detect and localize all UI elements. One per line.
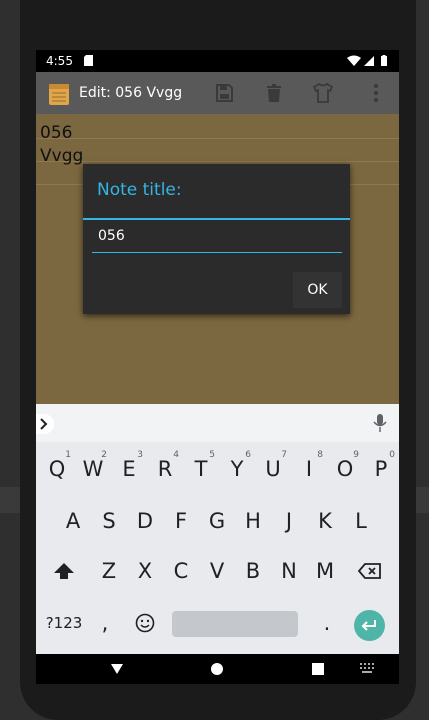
shirt-icon[interactable]: [311, 81, 335, 105]
key-label: R: [157, 457, 173, 481]
emoji-icon: [135, 613, 155, 633]
note-line-2: Vvgg: [40, 146, 84, 166]
emoji-key[interactable]: [128, 600, 162, 646]
dialog-title: Note title:: [97, 180, 182, 200]
key-l[interactable]: L: [343, 498, 379, 544]
key-b[interactable]: B: [235, 548, 271, 594]
key-m[interactable]: M: [307, 548, 343, 594]
key-number-hint: 7: [281, 450, 287, 460]
action-bar-title: Edit: 056 Vvgg: [79, 85, 183, 101]
sd-card-icon: [84, 55, 93, 66]
key-label: E: [122, 457, 136, 481]
notepad-app-icon[interactable]: [48, 82, 70, 106]
key-label: Q: [48, 457, 66, 481]
note-line-1: 056: [40, 123, 73, 143]
key-number-hint: 8: [317, 450, 323, 460]
comma-key[interactable]: ,: [92, 600, 118, 646]
key-number-hint: 2: [101, 450, 107, 460]
key-label: I: [305, 457, 313, 481]
ok-button[interactable]: OK: [293, 272, 342, 308]
wifi-signal-battery-icon: [347, 55, 387, 66]
key-s[interactable]: S: [91, 498, 127, 544]
space-key[interactable]: [172, 611, 298, 637]
key-label: W: [82, 457, 104, 481]
key-x[interactable]: X: [127, 548, 163, 594]
delete-icon[interactable]: [262, 81, 286, 105]
shift-key[interactable]: [46, 548, 82, 594]
key-t[interactable]: 5T: [183, 446, 219, 492]
microphone-icon[interactable]: [373, 414, 387, 432]
status-icons: [347, 55, 391, 70]
key-n[interactable]: N: [271, 548, 307, 594]
key-y[interactable]: 6Y: [219, 446, 255, 492]
key-z[interactable]: Z: [91, 548, 127, 594]
key-label: P: [374, 457, 388, 481]
key-q[interactable]: 1Q: [39, 446, 75, 492]
note-text: 056 Vvgg: [40, 122, 83, 168]
key-g[interactable]: G: [199, 498, 235, 544]
save-icon[interactable]: [212, 81, 236, 105]
key-r[interactable]: 4R: [147, 446, 183, 492]
overflow-menu-icon[interactable]: [364, 81, 388, 105]
recents-icon[interactable]: [311, 662, 325, 676]
backspace-key[interactable]: [352, 548, 388, 594]
key-f[interactable]: F: [163, 498, 199, 544]
key-v[interactable]: V: [199, 548, 235, 594]
key-number-hint: 1: [65, 450, 71, 460]
period-key[interactable]: .: [314, 600, 340, 646]
key-number-hint: 3: [137, 450, 143, 460]
enter-arrow-icon: [361, 620, 376, 631]
device-screen: 4:55 Edit: 056 Vvgg 056 Vvgg Note title:…: [36, 50, 399, 684]
key-label: T: [194, 457, 208, 481]
action-bar: Edit: 056 Vvgg: [36, 72, 399, 114]
key-a[interactable]: A: [55, 498, 91, 544]
note-title-input[interactable]: 056: [92, 226, 342, 253]
key-k[interactable]: K: [307, 498, 343, 544]
key-number-hint: 5: [209, 450, 215, 460]
soft-keyboard: 1Q2W3E4R5T6Y7U8I9O0P ASDFGHJKL ZXCVBNM ?…: [36, 404, 399, 654]
key-label: O: [336, 457, 354, 481]
key-h[interactable]: H: [235, 498, 271, 544]
note-title-dialog: Note title: 056 OK: [83, 164, 350, 314]
keyboard-suggestion-strip: [36, 404, 399, 442]
status-bar: 4:55: [36, 50, 399, 72]
key-u[interactable]: 7U: [255, 446, 291, 492]
note-title-input-value: 056: [98, 228, 125, 244]
enter-key[interactable]: [354, 610, 385, 641]
back-icon[interactable]: [110, 662, 124, 676]
dialog-title-divider: [83, 218, 350, 220]
home-icon[interactable]: [210, 662, 224, 676]
key-label: U: [265, 457, 281, 481]
status-time: 4:55: [46, 54, 73, 68]
key-p[interactable]: 0P: [363, 446, 399, 492]
keyboard-switch-icon[interactable]: [360, 662, 376, 674]
key-number-hint: 9: [353, 450, 359, 460]
chevron-right-icon[interactable]: [36, 414, 54, 434]
key-c[interactable]: C: [163, 548, 199, 594]
key-j[interactable]: J: [271, 498, 307, 544]
key-number-hint: 4: [173, 450, 179, 460]
symbols-key[interactable]: ?123: [44, 600, 84, 646]
key-label: Y: [230, 457, 244, 481]
key-o[interactable]: 9O: [327, 446, 363, 492]
note-ruled-line: [36, 138, 399, 139]
navigation-bar: [36, 654, 399, 684]
note-ruled-line: [36, 161, 399, 162]
key-i[interactable]: 8I: [291, 446, 327, 492]
key-number-hint: 0: [389, 450, 395, 460]
key-d[interactable]: D: [127, 498, 163, 544]
key-w[interactable]: 2W: [75, 446, 111, 492]
key-e[interactable]: 3E: [111, 446, 147, 492]
key-number-hint: 6: [245, 450, 251, 460]
